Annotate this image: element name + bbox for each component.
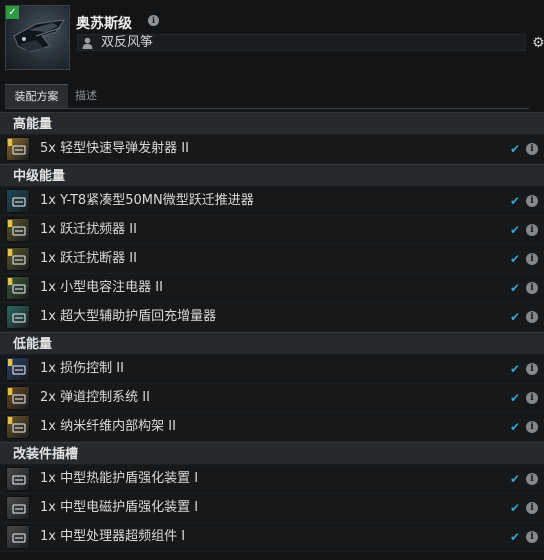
module-glyph-icon	[12, 365, 26, 375]
info-icon[interactable]: i	[526, 502, 538, 514]
module-label: 1x 中型电磁护盾强化装置 I	[40, 500, 199, 515]
module-row[interactable]: 1x 损伤控制 II ✔ i	[0, 355, 544, 384]
module-glyph-icon	[12, 475, 26, 485]
info-icon[interactable]: i	[526, 473, 538, 485]
module-label: 1x 跃迁扰断器 II	[40, 251, 137, 266]
section-low-slots: 低能量	[0, 332, 544, 355]
section-rig-slots: 改装件插槽	[0, 442, 544, 465]
module-glyph-icon	[12, 255, 26, 265]
module-row[interactable]: 5x 轻型快速导弹发射器 II ✔ i	[0, 135, 544, 164]
fitting-valid-check-icon: ✓	[6, 6, 19, 19]
checkmark-icon: ✔	[510, 420, 521, 434]
rig-em-icon	[6, 496, 30, 520]
warp-disruptor-icon	[6, 247, 30, 271]
missile-launcher-icon	[6, 137, 30, 161]
meta-level-badge	[8, 249, 13, 256]
module-label: 2x 弹道控制系统 II	[40, 390, 150, 405]
checkmark-icon: ✔	[510, 142, 521, 156]
capacitor-booster-icon	[6, 276, 30, 300]
info-icon[interactable]: i	[526, 224, 538, 236]
meta-level-badge	[8, 139, 13, 146]
checkmark-icon: ✔	[510, 362, 521, 376]
rig-thermal-icon	[6, 467, 30, 491]
tab-fitting[interactable]: 装配方案	[5, 84, 68, 108]
module-row[interactable]: 1x Y-T8紧凑型50MN微型跃迁推进器 ✔ i	[0, 187, 544, 216]
module-row[interactable]: 1x 中型热能护盾强化装置 I ✔ i	[0, 465, 544, 494]
module-row[interactable]: 1x 跃迁扰断器 II ✔ i	[0, 245, 544, 274]
meta-level-badge	[8, 359, 13, 366]
module-label: 1x 中型处理器超频组件 I	[40, 529, 186, 544]
module-list: 高能量 5x 轻型快速导弹发射器 II ✔ i 中级能量 1x Y-T8紧凑型50M…	[0, 112, 544, 552]
module-label: 1x Y-T8紧凑型50MN微型跃迁推进器	[40, 193, 254, 208]
checkmark-icon: ✔	[510, 194, 521, 208]
module-label: 1x 跃迁扰频器 II	[40, 222, 137, 237]
module-row[interactable]: 2x 弹道控制系统 II ✔ i	[0, 384, 544, 413]
settings-gear-icon[interactable]: ⚙	[532, 36, 544, 50]
module-row[interactable]: 1x 跃迁扰频器 II ✔ i	[0, 216, 544, 245]
module-glyph-icon	[12, 423, 26, 433]
module-glyph-icon	[12, 226, 26, 236]
checkmark-icon: ✔	[510, 310, 521, 324]
ship-info-icon[interactable]: i	[148, 15, 159, 26]
fitting-name-field[interactable]: 双反风筝	[77, 34, 526, 51]
module-row[interactable]: 1x 中型处理器超频组件 I ✔ i	[0, 523, 544, 552]
module-glyph-icon	[12, 504, 26, 514]
module-label: 1x 损伤控制 II	[40, 361, 124, 376]
ballistic-control-icon	[6, 386, 30, 410]
person-icon	[82, 37, 93, 49]
info-icon[interactable]: i	[526, 421, 538, 433]
info-icon[interactable]: i	[526, 282, 538, 294]
module-row[interactable]: 1x 中型电磁护盾强化装置 I ✔ i	[0, 494, 544, 523]
fitting-window: ✓ 奥苏斯级 i 双反风筝 ⚙ 装配方案 描述 高能量 5x 轻型快速导弹发射器…	[0, 0, 544, 560]
info-icon[interactable]: i	[526, 143, 538, 155]
module-glyph-icon	[12, 145, 26, 155]
damage-control-icon	[6, 357, 30, 381]
module-row[interactable]: 1x 小型电容注电器 II ✔ i	[0, 274, 544, 303]
module-row[interactable]: 1x 超大型辅助护盾回充增量器 ✔ i	[0, 303, 544, 332]
module-label: 1x 小型电容注电器 II	[40, 280, 163, 295]
module-label: 1x 中型热能护盾强化装置 I	[40, 471, 199, 486]
meta-level-badge	[8, 220, 13, 227]
section-high-slots: 高能量	[0, 112, 544, 135]
module-glyph-icon	[12, 197, 26, 207]
module-glyph-icon	[12, 533, 26, 543]
tab-description[interactable]: 描述	[68, 84, 104, 108]
microwarpdrive-icon	[6, 189, 30, 213]
module-glyph-icon	[12, 313, 26, 323]
info-icon[interactable]: i	[526, 392, 538, 404]
checkmark-icon: ✔	[510, 501, 521, 515]
checkmark-icon: ✔	[510, 281, 521, 295]
module-label: 1x 纳米纤维内部构架 II	[40, 419, 176, 434]
fitting-name-text: 双反风筝	[101, 35, 154, 50]
checkmark-icon: ✔	[510, 530, 521, 544]
module-label: 5x 轻型快速导弹发射器 II	[40, 141, 189, 156]
info-icon[interactable]: i	[526, 253, 538, 265]
checkmark-icon: ✔	[510, 223, 521, 237]
ship-thumbnail[interactable]: ✓	[5, 5, 70, 70]
meta-level-badge	[8, 417, 13, 424]
meta-level-badge	[8, 278, 13, 285]
checkmark-icon: ✔	[510, 252, 521, 266]
checkmark-icon: ✔	[510, 472, 521, 486]
module-glyph-icon	[12, 394, 26, 404]
module-label: 1x 超大型辅助护盾回充增量器	[40, 309, 217, 324]
info-icon[interactable]: i	[526, 363, 538, 375]
info-icon[interactable]: i	[526, 195, 538, 207]
rig-processor-icon	[6, 525, 30, 549]
info-icon[interactable]: i	[526, 531, 538, 543]
section-mid-slots: 中级能量	[0, 164, 544, 187]
shield-booster-icon	[6, 305, 30, 329]
meta-level-badge	[8, 388, 13, 395]
module-glyph-icon	[12, 284, 26, 294]
tab-divider	[5, 108, 529, 109]
ship-name: 奥苏斯级	[76, 16, 132, 32]
info-icon[interactable]: i	[526, 311, 538, 323]
nanofiber-structure-icon	[6, 415, 30, 439]
warp-scrambler-icon	[6, 218, 30, 242]
module-row[interactable]: 1x 纳米纤维内部构架 II ✔ i	[0, 413, 544, 442]
checkmark-icon: ✔	[510, 391, 521, 405]
